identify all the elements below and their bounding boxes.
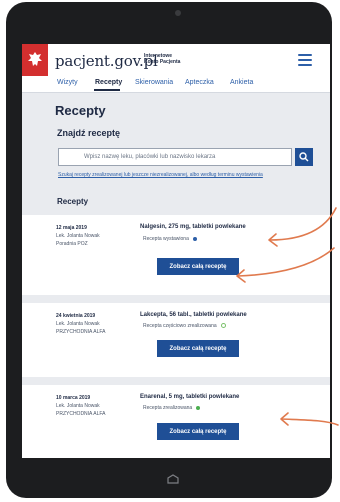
annotation-arrow bbox=[281, 418, 339, 426]
annotation-arrow bbox=[237, 247, 335, 277]
annotation-arrow bbox=[269, 207, 337, 241]
annotation-arrows bbox=[236, 207, 339, 426]
